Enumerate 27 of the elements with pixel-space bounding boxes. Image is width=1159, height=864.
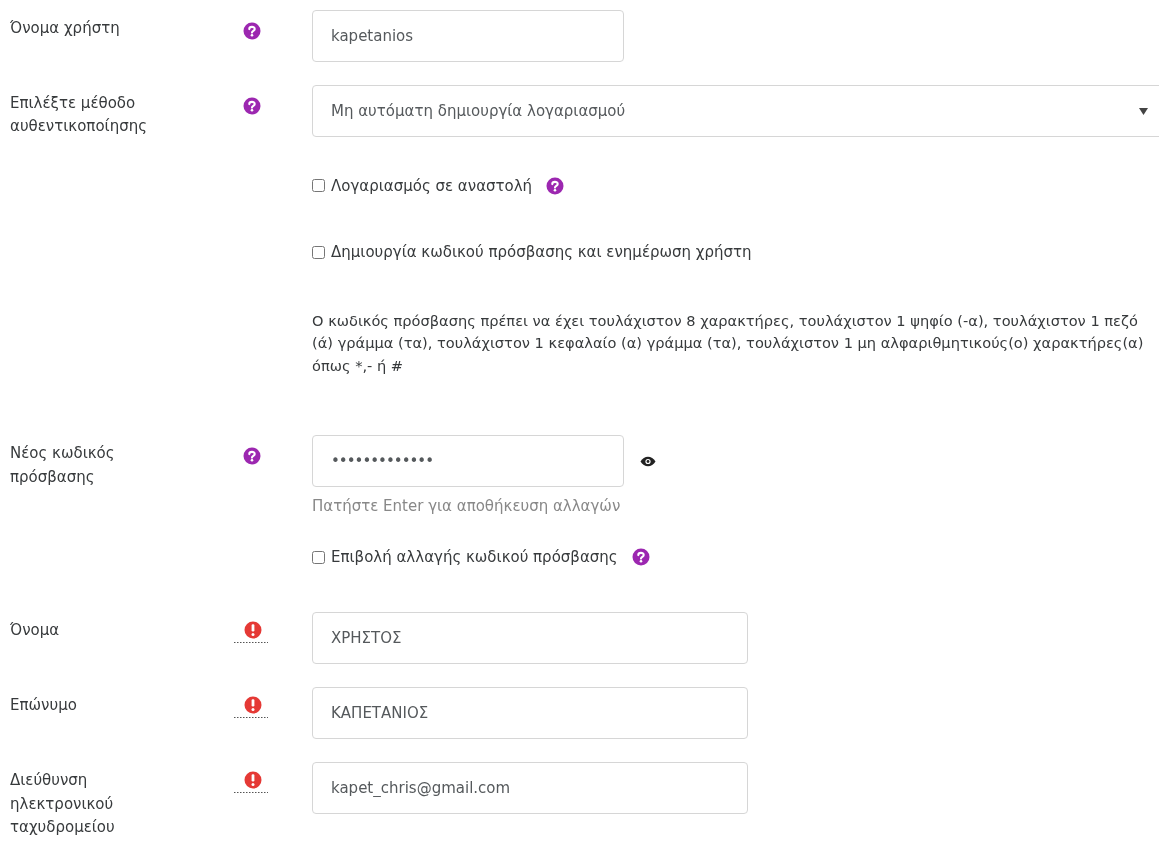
field-label: Όνομα [10,621,60,640]
checkbox-label: Δημιουργία κωδικού πρόσβασης και ενημέρωση χρήστη [331,242,752,263]
select-field[interactable]: Μη αυτόματη δημιουργία λογαριασμού [312,85,1159,137]
caret-icon [1139,107,1148,115]
help-icon[interactable] [546,176,565,195]
field-label: Όνομα χρήστη [10,19,120,37]
eye-icon[interactable] [640,455,656,467]
text-field[interactable]: kapetanios [312,10,624,62]
field-label: Επώνυμο [10,696,77,715]
checkbox[interactable] [312,550,325,564]
checkbox-label: Επιβολή αλλαγής κωδικού πρόσβασης [331,546,618,568]
password-rules-text: Ο κωδικός πρόσβασης πρέπει να έχει τουλάχιστον 8 χαρακτήρες, τουλάχιστον 1 ψηφίο (-α), τουλάχιστον 1 πεζό (ά) γράμμα (τα), τουλάχιστον 1 κεφαλαίο (α) γράμμα (τα), τουλάχιστον 1 μη αλφαριθμητικούς(ο) χαρακτήρες(α) όπως *,- ή # [312,310,1145,376]
help-icon[interactable] [243,21,261,40]
text-field[interactable]: kapet_chris@gmail.com [312,762,748,815]
field-label: Νέος κωδικός πρόσβασης [10,444,115,486]
password-field[interactable]: ••••••••••••• [312,435,624,488]
field-label: Διεύθυνση ηλεκτρονικού ταχυδρομείου [10,771,115,836]
help-icon[interactable] [631,548,650,567]
checkbox[interactable] [312,245,325,259]
checkbox-label: Λογαριασμός σε αναστολή [331,175,533,197]
text-field[interactable]: ΧΡΗΣΤΟΣ [312,612,748,665]
help-icon[interactable] [243,446,261,465]
checkbox[interactable] [312,179,325,193]
field-label: Επιλέξτε μέθοδο αυθεντικοποίησης [10,94,147,136]
hint-text: Πατήστε Enter για αποθήκευση αλλαγών [312,496,622,518]
help-icon[interactable] [243,96,261,115]
text-field[interactable]: ΚΑΠΕΤΑΝΙΟΣ [312,687,748,740]
